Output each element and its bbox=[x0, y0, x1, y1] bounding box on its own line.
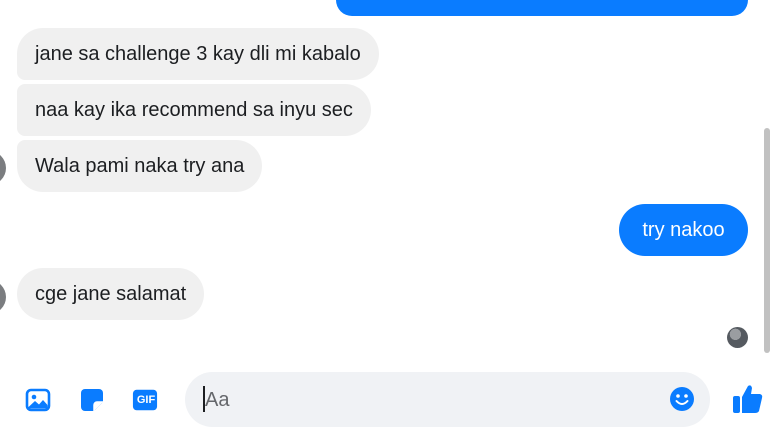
attach-image-button[interactable] bbox=[25, 387, 51, 413]
gif-button[interactable]: GIF bbox=[132, 387, 158, 413]
text-caret bbox=[203, 386, 205, 412]
gif-label: GIF bbox=[136, 394, 156, 406]
sticker-icon bbox=[81, 389, 103, 411]
message-input-container[interactable] bbox=[185, 372, 710, 427]
message-bubble-incoming[interactable]: Wala pami naka try ana bbox=[17, 140, 263, 192]
message-text: Wala pami naka try ana bbox=[35, 155, 245, 177]
message-text: try nakoo bbox=[642, 219, 725, 241]
message-text: jane sa challenge 3 kay dli mi kabalo bbox=[35, 43, 361, 65]
message-bubble-outgoing[interactable]: try nakoo bbox=[619, 204, 748, 256]
message-bubble-incoming[interactable]: cge jane salamat bbox=[17, 268, 205, 320]
scrollbar[interactable] bbox=[764, 128, 770, 353]
smile-emoji-icon[interactable] bbox=[669, 386, 695, 412]
avatar[interactable] bbox=[0, 151, 6, 185]
message-bubble-incoming[interactable]: jane sa challenge 3 kay dli mi kabalo bbox=[17, 28, 379, 80]
composer-bar: GIF bbox=[0, 362, 770, 427]
chat-window: jane sa challenge 3 kay dli mi kabalo na… bbox=[0, 0, 770, 427]
message-input[interactable] bbox=[203, 384, 657, 416]
message-bubble-outgoing[interactable] bbox=[336, 0, 748, 16]
message-bubble-incoming[interactable]: naa kay ika recommend sa inyu sec bbox=[17, 84, 371, 136]
sticker-button[interactable] bbox=[79, 387, 105, 413]
message-text: cge jane salamat bbox=[35, 283, 187, 305]
image-icon bbox=[25, 388, 51, 412]
message-text: naa kay ika recommend sa inyu sec bbox=[35, 99, 353, 121]
read-receipt-avatar bbox=[727, 327, 748, 348]
avatar[interactable] bbox=[0, 280, 6, 314]
thumbs-up-icon[interactable] bbox=[731, 382, 765, 416]
